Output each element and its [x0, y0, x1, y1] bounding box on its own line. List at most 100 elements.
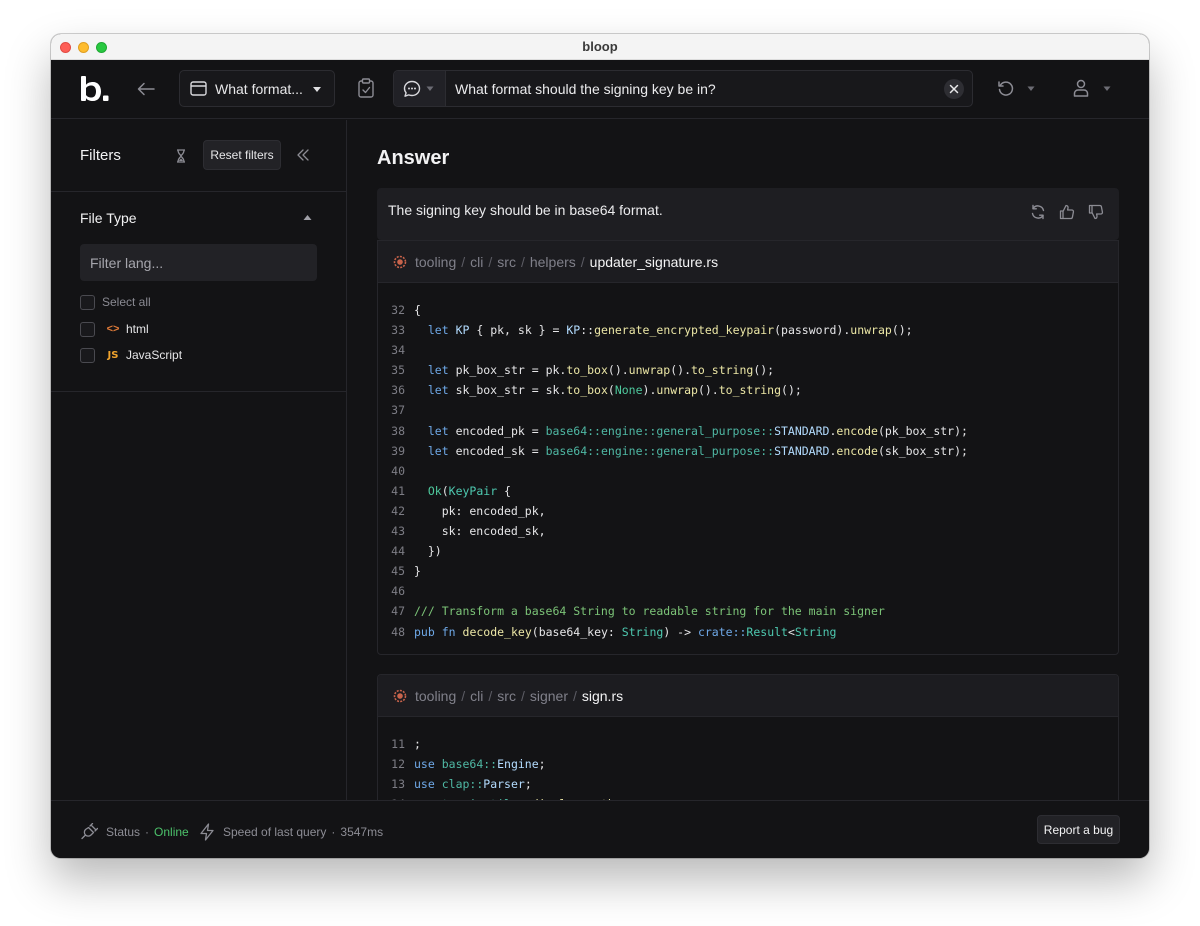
- line-code: {: [414, 303, 421, 317]
- caret-up-icon[interactable]: [303, 214, 312, 221]
- file-path-header[interactable]: tooling / cli / src / signer / sign.rs: [378, 675, 1118, 717]
- line-number: 33: [391, 323, 405, 338]
- thumbs-up-icon: [1059, 204, 1075, 220]
- current-tab-label: What format...: [215, 80, 303, 97]
- lang-item-html[interactable]: <> html: [80, 321, 149, 337]
- browser-window-icon: [190, 81, 207, 96]
- thumbs-up-button[interactable]: [1059, 204, 1075, 220]
- code-line: 13 use clap::Parser;: [378, 774, 1118, 794]
- code-result[interactable]: tooling / cli / src / helpers / updater_sign…: [377, 240, 1119, 655]
- code-line: 32 {: [378, 300, 1118, 320]
- file-type-title: File Type: [80, 210, 137, 226]
- clipboard-button[interactable]: [357, 78, 377, 100]
- code-line: 37: [378, 400, 1118, 420]
- line-number: 39: [391, 443, 405, 458]
- thumbs-down-button[interactable]: [1088, 204, 1104, 220]
- reset-filters-button[interactable]: Reset filters: [203, 140, 281, 170]
- line-code: Ok(KeyPair {: [427, 483, 511, 498]
- code-line: 39 let encoded_sk = base64::engine::gene…: [378, 441, 1118, 461]
- search-bar: What format should the signing key be in…: [393, 70, 973, 107]
- line-number: 44: [391, 544, 405, 559]
- line-number: 43: [391, 524, 405, 539]
- select-all-row[interactable]: Select all: [80, 294, 151, 310]
- answer-title: Answer: [377, 147, 450, 169]
- code-line: 48 pub fn decode_key(base64_key: String) …: [378, 622, 1118, 642]
- line-code: ;: [414, 737, 421, 751]
- report-bug-button[interactable]: Report a bug: [1037, 815, 1120, 844]
- plug-icon: [81, 823, 98, 840]
- select-all-checkbox[interactable]: [80, 294, 95, 310]
- file-type-filter: File Type Select all <> html JS JavaScri…: [51, 192, 346, 392]
- app-window: bloop What format... What format should …: [51, 34, 1149, 858]
- line-number: 12: [391, 757, 405, 772]
- path-segment: src: [497, 687, 516, 704]
- code-block: 11; 12 use base64::Engine; 13 use clap::Pars…: [378, 717, 1118, 800]
- answer-actions: [1030, 204, 1104, 220]
- code-line: 44 }): [378, 541, 1118, 561]
- html-icon: <>: [106, 323, 120, 335]
- javascript-icon: JS: [107, 349, 119, 361]
- code-line: 41 Ok(KeyPair {: [378, 481, 1118, 501]
- code-line: 42 pk: encoded_pk,: [378, 501, 1118, 521]
- history-icon: [998, 81, 1014, 96]
- thumbs-down-icon: [1088, 204, 1104, 220]
- back-button[interactable]: [135, 78, 157, 100]
- regenerate-button[interactable]: [1030, 204, 1046, 220]
- lang-checkbox[interactable]: [80, 321, 95, 337]
- lang-label: JavaScript: [126, 348, 183, 362]
- line-number: 36: [391, 383, 405, 398]
- path-segment: signer: [529, 687, 568, 704]
- line-number: 11: [391, 737, 405, 751]
- line-code: sk: encoded_sk,: [414, 524, 546, 539]
- user-menu-button[interactable]: [1073, 78, 1117, 100]
- line-number: 34: [391, 343, 405, 358]
- filters-title: Filters: [80, 147, 121, 164]
- collapse-sidebar-icon[interactable]: [296, 148, 310, 162]
- clipboard-check-icon: [358, 78, 374, 98]
- answer-text: The signing key should be in base64 form…: [388, 202, 663, 218]
- file-path-header[interactable]: tooling / cli / src / helpers / updater_sign…: [378, 241, 1118, 283]
- path-segment: cli: [470, 687, 484, 704]
- user-icon: [1073, 79, 1089, 97]
- path-segment: cli: [470, 253, 484, 270]
- arrow-left-icon: [137, 82, 155, 96]
- lightning-icon: [200, 823, 214, 841]
- tab-selector[interactable]: What format...: [179, 70, 335, 107]
- line-number: 38: [391, 423, 405, 438]
- line-number: 37: [391, 403, 405, 418]
- lang-checkbox[interactable]: [80, 347, 95, 363]
- speed-value: 3547ms: [340, 825, 384, 839]
- line-number: 13: [391, 777, 405, 792]
- code-line: 35 let pk_box_str = pk.to_box().unwrap()…: [378, 360, 1118, 380]
- query-speed: Speed of last query · 3547ms: [199, 823, 383, 841]
- line-code: }): [414, 544, 442, 559]
- minimize-window-button[interactable]: [78, 42, 89, 53]
- status-label: Status: [106, 825, 141, 839]
- line-code: }: [414, 564, 421, 579]
- line-number: 47: [391, 604, 405, 619]
- app-header: What format... What format should the si…: [51, 60, 1149, 119]
- caret-down-icon: [1103, 86, 1111, 91]
- line-number: 42: [391, 503, 405, 518]
- search-input[interactable]: What format should the signing key be in…: [455, 81, 716, 97]
- path-segment: tooling: [415, 687, 457, 704]
- answer-panel: Answer The signing key should be in base…: [348, 120, 1149, 800]
- line-number: 41: [391, 483, 405, 498]
- clear-search-button[interactable]: [944, 79, 964, 99]
- path-segment: tooling: [415, 253, 457, 270]
- code-result[interactable]: tooling / cli / src / signer / sign.rs 11; 12…: [377, 674, 1119, 800]
- code-block: 32 {33 let KP { pk, sk } = KP::generate_e…: [378, 283, 1118, 642]
- search-mode-dropdown[interactable]: [394, 71, 446, 106]
- code-line: 34: [378, 340, 1118, 360]
- history-button[interactable]: [997, 78, 1041, 100]
- line-code: pk: encoded_pk,: [414, 503, 546, 518]
- filter-lang-input[interactable]: [80, 244, 317, 281]
- code-line: 33 let KP { pk, sk } = KP::generate_encr…: [378, 320, 1118, 340]
- speed-label: Speed of last query: [223, 825, 327, 839]
- window-controls: [60, 42, 107, 53]
- maximize-window-button[interactable]: [96, 42, 107, 53]
- lang-item-javascript[interactable]: JS JavaScript: [80, 347, 182, 363]
- bloop-logo-icon[interactable]: [79, 74, 109, 104]
- line-code: let KP { pk, sk } = KP::generate_encrypt…: [427, 323, 913, 338]
- close-window-button[interactable]: [60, 42, 71, 53]
